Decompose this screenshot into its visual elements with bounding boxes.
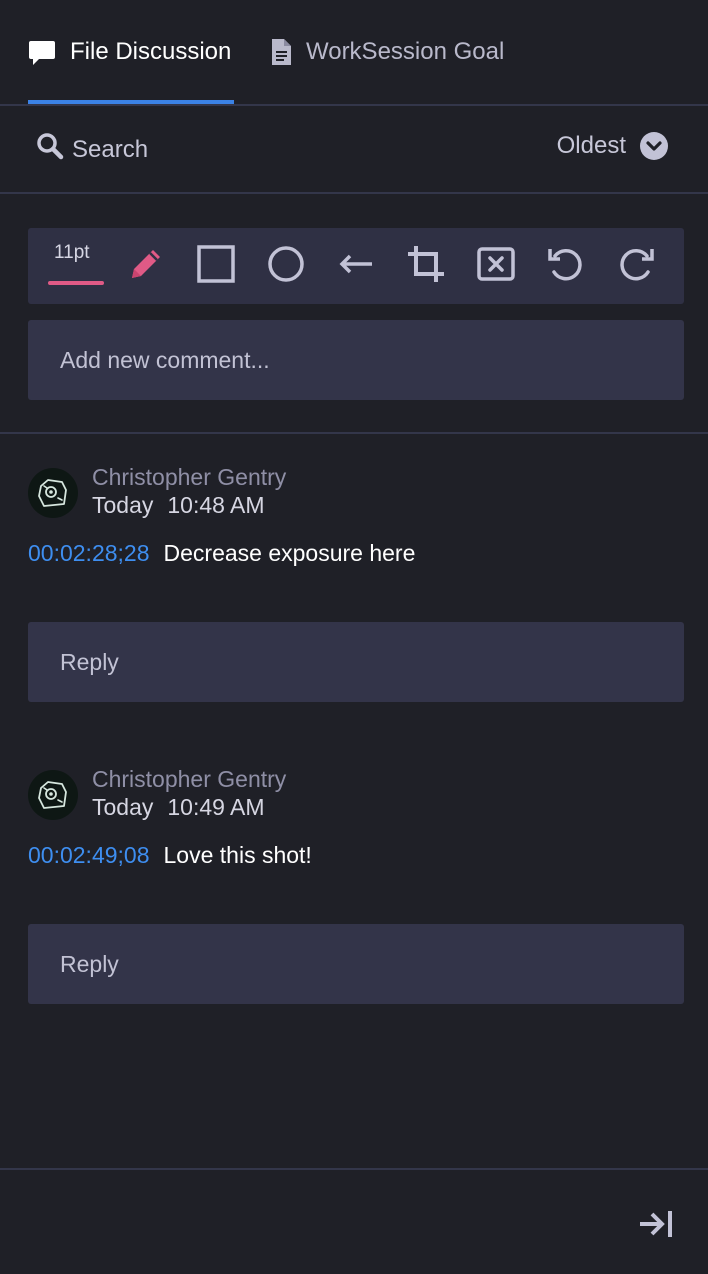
- comment-body: 00:02:28;28 Decrease exposure here: [28, 540, 415, 567]
- comment-time: 10:49 AM: [167, 794, 265, 820]
- redo-button[interactable]: [612, 242, 660, 290]
- arrow-tool-button[interactable]: [332, 242, 380, 290]
- comment-body: 00:02:49;08 Love this shot!: [28, 842, 312, 869]
- annotation-toolbar: 11pt: [28, 228, 684, 304]
- tab-bar: File Discussion WorkSession Goal: [0, 0, 708, 106]
- comment-timecode-link[interactable]: 00:02:28;28: [28, 540, 150, 566]
- pencil-tool-button[interactable]: [122, 242, 170, 290]
- search-button[interactable]: Search: [36, 132, 148, 167]
- reply-input[interactable]: [28, 622, 684, 702]
- stroke-size-label: 11pt: [54, 242, 90, 263]
- sort-dropdown[interactable]: Oldest: [557, 132, 668, 160]
- pencil-icon: [126, 244, 166, 289]
- search-sort-bar: Search Oldest: [0, 106, 708, 194]
- crop-icon: [406, 244, 446, 289]
- section-divider: [0, 432, 708, 434]
- comment-author: Christopher Gentry: [92, 464, 287, 490]
- circle-tool-button[interactable]: [262, 242, 310, 290]
- comment-bubble-icon: [28, 38, 56, 66]
- clear-annotations-button[interactable]: [472, 242, 520, 290]
- crop-tool-button[interactable]: [402, 242, 450, 290]
- tab-label: WorkSession Goal: [306, 38, 505, 65]
- undo-button[interactable]: [542, 242, 590, 290]
- comment-timecode-link[interactable]: 00:02:49;08: [28, 842, 150, 868]
- comment-day: Today: [92, 794, 154, 820]
- search-label: Search: [72, 135, 149, 163]
- tab-file-discussion[interactable]: File Discussion: [28, 0, 234, 104]
- reply-input[interactable]: [28, 924, 684, 1004]
- avatar-camera-icon: [38, 479, 67, 507]
- rectangle-icon: [196, 244, 236, 289]
- collapse-panel-button[interactable]: [636, 1208, 676, 1244]
- comment-time: 10:48 AM: [167, 492, 265, 518]
- stroke-size-selector[interactable]: 11pt: [48, 238, 104, 294]
- arrow-left-icon: [336, 244, 376, 289]
- comment-item: Christopher Gentry Today 10:48 AM 00:02:2…: [28, 464, 684, 566]
- document-icon: [270, 38, 292, 66]
- comment-timestamp: Today 10:48 AM: [92, 492, 265, 519]
- footer-divider: [0, 1168, 708, 1170]
- stroke-color-swatch: [48, 281, 104, 285]
- rectangle-tool-button[interactable]: [192, 242, 240, 290]
- tab-label: File Discussion: [70, 38, 232, 65]
- comment-text: Love this shot!: [163, 842, 312, 868]
- new-comment-input[interactable]: [28, 320, 684, 400]
- avatar: [28, 770, 78, 820]
- circle-icon: [266, 244, 306, 289]
- comment-item: Christopher Gentry Today 10:49 AM 00:02:4…: [28, 766, 684, 868]
- avatar-camera-icon: [38, 781, 67, 809]
- file-discussion-panel: File Discussion WorkSession Goal Search …: [0, 0, 708, 1274]
- tab-worksession-goal[interactable]: WorkSession Goal: [270, 0, 504, 104]
- undo-icon: [546, 244, 586, 289]
- comment-text: Decrease exposure here: [163, 540, 416, 566]
- comment-day: Today: [92, 492, 154, 518]
- avatar: [28, 468, 78, 518]
- sort-label: Oldest: [556, 132, 626, 159]
- redo-icon: [616, 244, 656, 289]
- chevron-down-icon: [640, 132, 668, 160]
- comment-timestamp: Today 10:49 AM: [92, 794, 265, 821]
- close-box-icon: [476, 244, 516, 289]
- comment-author: Christopher Gentry: [92, 766, 287, 792]
- search-icon: [36, 132, 64, 167]
- collapse-panel-icon: [638, 1209, 674, 1244]
